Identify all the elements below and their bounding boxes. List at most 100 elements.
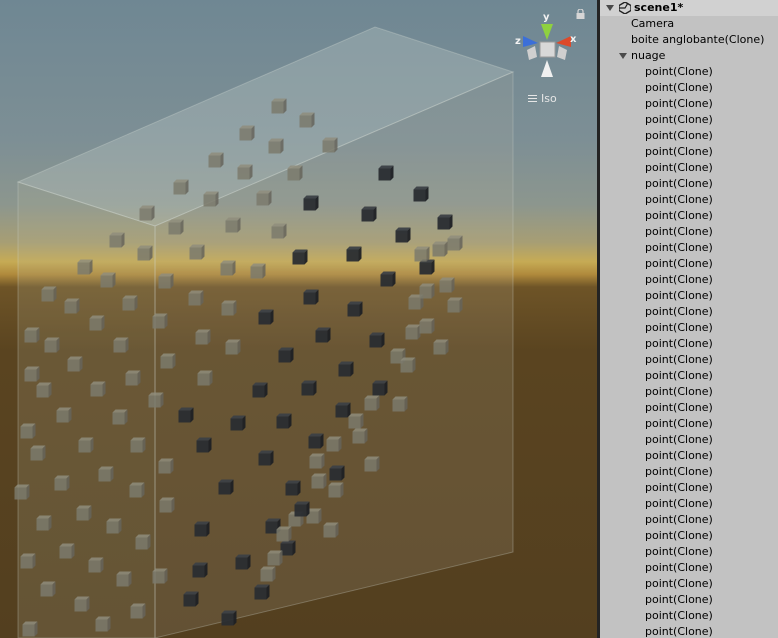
hierarchy-item[interactable]: point(Clone) <box>600 480 778 496</box>
gizmo-z-cone[interactable] <box>523 36 538 47</box>
hierarchy-item[interactable]: point(Clone) <box>600 224 778 240</box>
hierarchy-item[interactable]: point(Clone) <box>600 608 778 624</box>
hierarchy-item[interactable]: point(Clone) <box>600 320 778 336</box>
hierarchy-item[interactable]: point(Clone) <box>600 128 778 144</box>
gizmo-x-cone[interactable] <box>556 36 571 47</box>
hierarchy-item[interactable]: point(Clone) <box>600 544 778 560</box>
point-cube <box>98 469 111 482</box>
hierarchy-item[interactable]: point(Clone) <box>600 448 778 464</box>
hierarchy-item[interactable]: point(Clone) <box>600 160 778 176</box>
point-cube <box>22 624 35 637</box>
point-cube <box>335 405 348 418</box>
hierarchy-item[interactable]: boite anglobante(Clone) <box>600 32 778 48</box>
hierarchy-item-label: point(Clone) <box>645 385 713 398</box>
hierarchy-item[interactable]: point(Clone) <box>600 208 778 224</box>
hierarchy-item[interactable]: point(Clone) <box>600 592 778 608</box>
gizmo-neg-y-cone[interactable] <box>541 60 553 77</box>
hierarchy-item[interactable]: point(Clone) <box>600 368 778 384</box>
projection-toggle[interactable]: Iso <box>528 92 557 105</box>
hierarchy-item[interactable]: point(Clone) <box>600 272 778 288</box>
point-cube <box>361 209 374 222</box>
hierarchy-item[interactable]: point(Clone) <box>600 624 778 638</box>
gizmo-y-cone[interactable] <box>541 24 553 40</box>
hierarchy-item-label: point(Clone) <box>645 481 713 494</box>
hierarchy-item[interactable]: point(Clone) <box>600 144 778 160</box>
point-cube <box>59 546 72 559</box>
hierarchy-item-label: point(Clone) <box>645 97 713 110</box>
point-cube <box>137 248 150 261</box>
hierarchy-item[interactable]: Camera <box>600 16 778 32</box>
unity-scene-icon <box>619 2 631 14</box>
hierarchy-item-label: point(Clone) <box>645 65 713 78</box>
hierarchy-item[interactable]: point(Clone) <box>600 400 778 416</box>
foldout-arrow-icon[interactable] <box>606 5 614 11</box>
point-cube <box>294 504 307 517</box>
point-cube <box>76 508 89 521</box>
hierarchy-item-label: point(Clone) <box>645 241 713 254</box>
hierarchy-item[interactable]: point(Clone) <box>600 240 778 256</box>
point-cube <box>78 440 91 453</box>
orientation-gizmo[interactable]: y x z <box>515 12 577 77</box>
hierarchy-item-label: point(Clone) <box>645 433 713 446</box>
hierarchy-item[interactable]: point(Clone) <box>600 576 778 592</box>
point-cube <box>380 274 393 287</box>
hierarchy-item[interactable]: point(Clone) <box>600 560 778 576</box>
point-cube <box>77 262 90 275</box>
point-cube <box>203 194 216 207</box>
point-cube <box>24 369 37 382</box>
hierarchy-item-label: point(Clone) <box>645 305 713 318</box>
scene-canvas[interactable]: y x z <box>0 0 597 638</box>
hierarchy-item[interactable]: nuage <box>600 48 778 64</box>
hierarchy-panel[interactable]: scene1* Camera boite anglobante(Clone) nua… <box>600 0 778 638</box>
scene-view[interactable]: y x z Iso <box>0 0 597 638</box>
point-cube <box>168 222 181 235</box>
point-cube <box>129 485 142 498</box>
point-cube <box>267 553 280 566</box>
hierarchy-item[interactable]: point(Clone) <box>600 464 778 480</box>
point-cube <box>292 252 305 265</box>
hierarchy-item[interactable]: point(Clone) <box>600 512 778 528</box>
point-cube <box>225 220 238 233</box>
point-cube <box>235 557 248 570</box>
hierarchy-item-label: point(Clone) <box>645 337 713 350</box>
hierarchy-item[interactable]: point(Clone) <box>600 96 778 112</box>
point-cube <box>158 276 171 289</box>
point-cube <box>74 599 87 612</box>
hierarchy-item-label: point(Clone) <box>645 81 713 94</box>
hamburger-icon <box>528 93 537 104</box>
hierarchy-item[interactable]: point(Clone) <box>600 432 778 448</box>
hierarchy-item[interactable]: point(Clone) <box>600 336 778 352</box>
point-cube <box>315 330 328 343</box>
point-cube <box>54 478 67 491</box>
hierarchy-item[interactable]: point(Clone) <box>600 256 778 272</box>
point-cube <box>152 316 165 329</box>
hierarchy-item[interactable]: point(Clone) <box>600 416 778 432</box>
point-cube <box>109 235 122 248</box>
point-cube <box>299 115 312 128</box>
hierarchy-item[interactable]: point(Clone) <box>600 64 778 80</box>
point-cube <box>173 182 186 195</box>
hierarchy-item[interactable]: point(Clone) <box>600 176 778 192</box>
point-cube <box>148 395 161 408</box>
point-cube <box>178 410 191 423</box>
hierarchy-item[interactable]: point(Clone) <box>600 352 778 368</box>
scene-row[interactable]: scene1* <box>600 0 778 16</box>
hierarchy-item[interactable]: point(Clone) <box>600 496 778 512</box>
hierarchy-item[interactable]: point(Clone) <box>600 80 778 96</box>
hierarchy-item-label: point(Clone) <box>645 257 713 270</box>
foldout-arrow-icon[interactable] <box>619 53 627 59</box>
point-cube <box>106 521 119 534</box>
hierarchy-item[interactable]: point(Clone) <box>600 528 778 544</box>
lock-icon[interactable] <box>576 9 585 19</box>
point-cube <box>271 101 284 114</box>
hierarchy-item[interactable]: point(Clone) <box>600 112 778 128</box>
point-cube <box>260 569 273 582</box>
gizmo-center-cube[interactable] <box>539 41 556 58</box>
hierarchy-item[interactable]: point(Clone) <box>600 288 778 304</box>
point-cube <box>287 168 300 181</box>
hierarchy-item-label: point(Clone) <box>645 129 713 142</box>
hierarchy-item[interactable]: point(Clone) <box>600 304 778 320</box>
hierarchy-item[interactable]: point(Clone) <box>600 192 778 208</box>
hierarchy-item[interactable]: point(Clone) <box>600 384 778 400</box>
point-cube <box>88 560 101 573</box>
